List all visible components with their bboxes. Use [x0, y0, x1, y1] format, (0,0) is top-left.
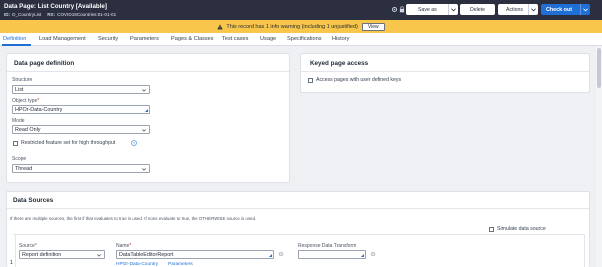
warning-message: This record has 1 info warning (includin…	[226, 23, 358, 30]
keyed-page-access-title: Keyed page access	[310, 60, 369, 67]
id-label: ID:	[4, 12, 11, 17]
chevron-down-icon	[142, 128, 146, 132]
simulate-data-source-label: Simulate data source	[497, 226, 546, 232]
simulate-data-source-checkbox[interactable]	[489, 227, 494, 232]
save-as-label: Save as	[418, 6, 437, 13]
chevron-down-icon	[451, 7, 456, 11]
tab-security[interactable]: Security	[98, 36, 118, 42]
scrollbar-thumb[interactable]	[597, 48, 601, 88]
panel-divider	[7, 208, 589, 209]
data-sources-panel: Data Sources If there are multiple sourc…	[6, 191, 590, 267]
restricted-features-label: Restricted feature set for high throughp…	[21, 140, 116, 146]
record-tabs: Definition Load Management Security Para…	[0, 33, 602, 46]
rs-value: COVID19Countries:01-01-01	[57, 12, 117, 17]
actions-menu-button[interactable]	[528, 4, 538, 15]
object-type-value: HPOr-Data-Country	[15, 106, 63, 113]
mode-label: Mode	[12, 118, 25, 124]
gear-icon[interactable]	[391, 6, 398, 13]
source-label: Source*	[19, 243, 37, 249]
source-value: Report definition	[22, 251, 62, 258]
definition-title: Data page definition	[14, 60, 75, 67]
structure-value: List	[15, 86, 24, 93]
warning-icon	[217, 23, 224, 29]
row-left-border	[15, 234, 16, 267]
chevron-down-icon	[97, 253, 101, 257]
autocomplete-icon	[361, 254, 364, 257]
response-transform-field[interactable]	[298, 250, 366, 259]
lock-icon	[399, 6, 405, 13]
data-sources-title: Data Sources	[13, 197, 54, 204]
row-divider	[13, 234, 585, 235]
chevron-down-icon	[583, 7, 588, 11]
tab-specifications[interactable]: Specifications	[287, 36, 322, 42]
report-name-value: DataTableEditorReport	[119, 251, 174, 258]
id-value: D_CountryList	[12, 12, 42, 17]
active-tab-indicator	[2, 44, 31, 46]
check-out-menu-button[interactable]	[580, 4, 590, 15]
delete-button[interactable]: Delete	[460, 4, 495, 15]
user-defined-keys-checkbox[interactable]	[308, 78, 313, 83]
user-defined-keys-label: Access pages with user defined keys	[316, 77, 402, 83]
keyed-page-access-panel: Keyed page access Access pages with user…	[300, 53, 590, 93]
tab-pages-classes[interactable]: Pages & Classes	[171, 36, 214, 42]
mode-select[interactable]: Read Only	[12, 125, 150, 134]
scope-select[interactable]: Thread	[12, 164, 150, 173]
name-label: Name*	[116, 243, 132, 249]
report-name-field[interactable]: DataTableEditorReport	[116, 250, 274, 259]
record-header: Data Page: List Country [Available] ID: D…	[0, 0, 602, 20]
tab-test-cases[interactable]: Test cases	[222, 36, 248, 42]
row-right-border	[584, 234, 585, 267]
tab-definition[interactable]: Definition	[3, 36, 26, 42]
panel-divider	[7, 71, 289, 72]
record-subtitle: ID: D_CountryList RS: COVID19Countries:01-0…	[4, 12, 116, 17]
data-sources-info: If there are multiple sources, the first…	[10, 216, 257, 221]
object-type-field[interactable]: HPOr-Data-Country	[12, 105, 150, 114]
restricted-features-checkbox[interactable]	[13, 141, 18, 146]
tab-history[interactable]: History	[332, 36, 349, 42]
definition-panel: Data page definition Structure List Obje…	[6, 53, 290, 183]
check-out-button[interactable]: Check out	[541, 4, 590, 15]
tab-parameters[interactable]: Parameters	[130, 36, 159, 42]
report-parameters-link[interactable]: Parameters	[168, 262, 193, 267]
gear-icon[interactable]	[370, 251, 376, 257]
actions-label: Actions	[506, 6, 524, 13]
tab-load-management[interactable]: Load Management	[39, 36, 86, 42]
help-icon[interactable]: ?	[131, 140, 137, 146]
tab-usage[interactable]: Usage	[260, 36, 276, 42]
save-as-menu-button[interactable]	[448, 4, 458, 15]
object-type-label: Object type*	[12, 98, 40, 104]
actions-button[interactable]: Actions	[498, 4, 538, 15]
rs-label: RS:	[47, 12, 56, 17]
chevron-down-icon	[142, 167, 146, 171]
delete-label: Delete	[470, 6, 485, 13]
check-out-label: Check out	[546, 6, 573, 13]
scope-label: Scope	[12, 156, 27, 162]
gear-icon[interactable]	[278, 251, 284, 257]
save-as-button[interactable]: Save as	[406, 4, 458, 15]
source-row-number: 1	[10, 260, 13, 266]
structure-label: Structure	[12, 77, 33, 83]
view-warnings-button[interactable]: View	[361, 22, 385, 31]
mode-value: Read Only	[15, 126, 41, 133]
record-title: Data Page: List Country [Available]	[4, 3, 107, 10]
chevron-down-icon	[142, 88, 146, 92]
structure-select[interactable]: List	[12, 85, 150, 94]
response-transform-label: Response Data Transform	[298, 243, 357, 249]
autocomplete-icon	[145, 109, 148, 112]
autocomplete-icon	[269, 254, 272, 257]
chevron-down-icon	[531, 7, 536, 11]
source-select[interactable]: Report definition	[19, 250, 105, 259]
warning-banner: This record has 1 info warning (includin…	[0, 20, 602, 33]
scope-value: Thread	[15, 165, 33, 172]
panel-divider	[301, 71, 589, 72]
report-class-link[interactable]: HPOr-Data-Country	[116, 262, 158, 267]
